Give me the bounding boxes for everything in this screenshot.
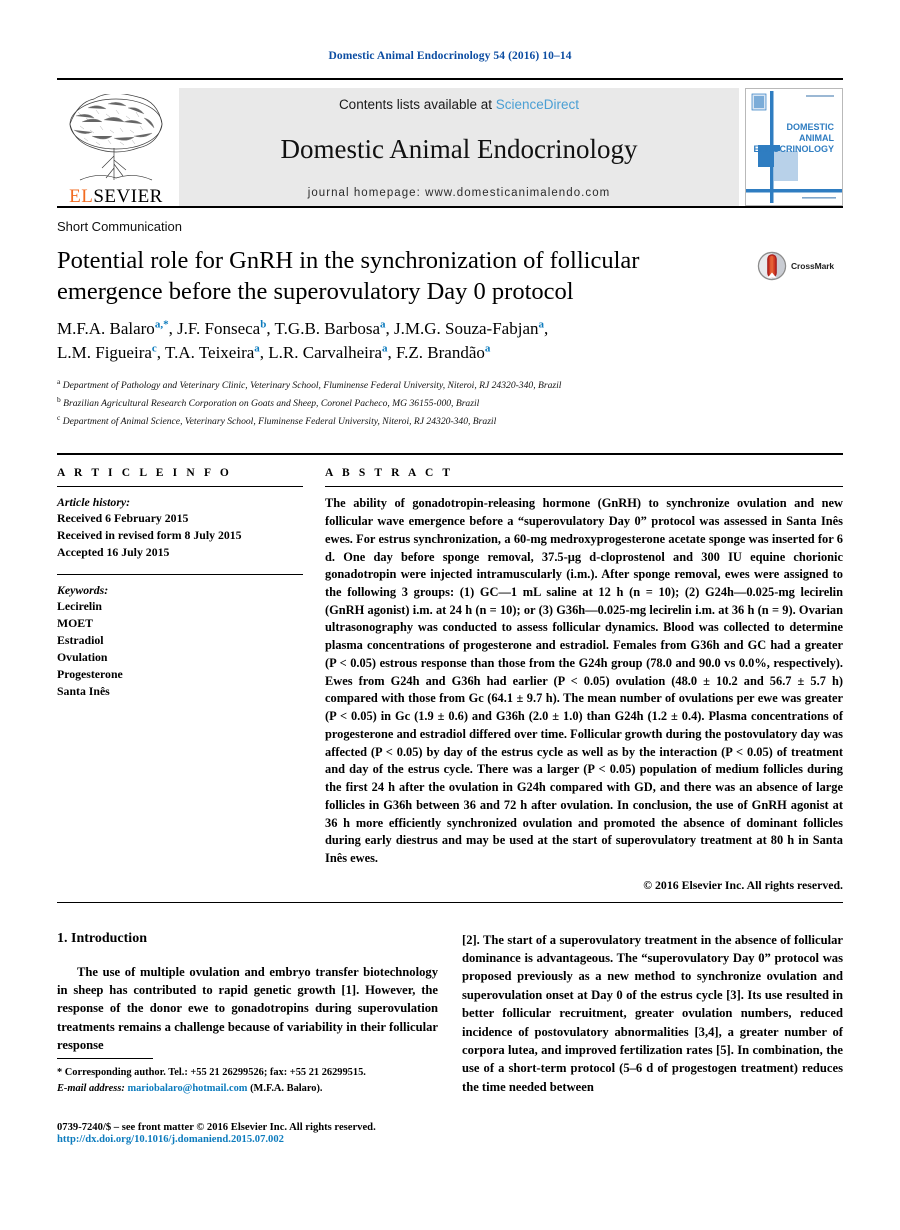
- article-history-item: Received 6 February 2015: [57, 511, 189, 526]
- contents-available-line: Contents lists available at ScienceDirec…: [339, 97, 579, 112]
- journal-cover-thumbnail: DOMESTIC ANIMAL ENDOCRINOLOGY: [745, 88, 843, 206]
- email-note: E-mail address: mariobalaro@hotmail.com …: [57, 1081, 443, 1097]
- email-label: E-mail address:: [57, 1082, 125, 1094]
- page-title: Potential role for GnRH in the synchroni…: [57, 247, 640, 305]
- issn-copyright-line: 0739-7240/$ – see front matter © 2016 El…: [57, 1122, 376, 1133]
- svg-text:DOMESTIC: DOMESTIC: [786, 122, 834, 132]
- keyword-item: Progesterone: [57, 666, 123, 681]
- affiliation-text: Department of Pathology and Veterinary C…: [62, 380, 562, 392]
- affiliation-text: Department of Animal Science, Veterinary…: [62, 415, 497, 427]
- footnote-block: * Corresponding author. Tel.: +55 21 262…: [57, 1058, 443, 1096]
- article-info-column: A R T I C L E I N F O Article history: R…: [57, 467, 303, 892]
- article-info-heading: A R T I C L E I N F O: [57, 467, 232, 480]
- affiliation-item: a Department of Pathology and Veterinary…: [57, 377, 562, 392]
- affiliation-item: c Department of Animal Science, Veterina…: [57, 412, 497, 427]
- abstract-copyright: © 2016 Elsevier Inc. All rights reserved…: [643, 877, 843, 892]
- article-section-type: Short Communication: [57, 219, 182, 234]
- masthead-bottom-rule: [57, 206, 843, 208]
- author-line-1: M.F.A. Balaroa,*, J.F. Fonsecab, T.G.B. …: [57, 318, 549, 338]
- introduction-paragraph-left: The use of multiple ovulation and embryo…: [57, 964, 438, 1053]
- abstract-rule: [325, 486, 843, 488]
- elsevier-tree-icon: [69, 94, 163, 181]
- article-history-label: Article history:: [57, 495, 131, 510]
- email-link[interactable]: mariobalaro@hotmail.com: [127, 1083, 247, 1094]
- keyword-item: Santa Inês: [57, 684, 110, 699]
- article-history-item: Accepted 16 July 2015: [57, 545, 170, 560]
- abstract-column: A B S T R A C T The ability of gonadotro…: [325, 467, 843, 892]
- introduction-heading: 1. Introduction: [57, 930, 147, 946]
- affiliation-text: Brazilian Agricultural Research Corporat…: [63, 397, 480, 409]
- svg-text:ANIMAL: ANIMAL: [799, 133, 834, 143]
- keyword-item: MOET: [57, 615, 94, 630]
- abstract-heading: A B S T R A C T: [325, 467, 454, 480]
- article-info-rule: [57, 486, 303, 488]
- journal-homepage-link[interactable]: journal homepage: www.domesticanimalendo…: [308, 187, 611, 199]
- keyword-item: Lecirelin: [57, 598, 102, 613]
- affiliation-list: a Department of Pathology and Veterinary…: [57, 376, 843, 429]
- masthead-center: Contents lists available at ScienceDirec…: [179, 88, 739, 206]
- elsevier-wordmark: ELSEVIER: [69, 186, 163, 207]
- svg-text:ENDOCRINOLOGY: ENDOCRINOLOGY: [753, 144, 834, 154]
- page-footer: 0739-7240/$ – see front matter © 2016 El…: [57, 1122, 457, 1145]
- journal-masthead: ELSEVIER Contents lists available at Sci…: [57, 78, 843, 206]
- introduction-paragraph-right: [2]. The start of a superovulatory treat…: [462, 932, 843, 1094]
- elsevier-logo: ELSEVIER: [57, 88, 175, 206]
- crossmark-label: CrossMark: [791, 261, 835, 271]
- corresponding-author-note: * Corresponding author. Tel.: +55 21 262…: [57, 1067, 366, 1078]
- email-owner: (M.F.A. Balaro).: [250, 1082, 323, 1094]
- title-row: Potential role for GnRH in the synchroni…: [57, 246, 843, 308]
- keywords-rule: [57, 573, 303, 575]
- keyword-item: Estradiol: [57, 632, 104, 647]
- affiliation-item: b Brazilian Agricultural Research Corpor…: [57, 394, 480, 409]
- article-history-item: Received in revised form 8 July 2015: [57, 528, 242, 543]
- crossmark-badge[interactable]: CrossMark: [757, 251, 843, 281]
- body-column-right: [2]. The start of a superovulatory treat…: [462, 931, 843, 1096]
- footnote-rule: [57, 1058, 153, 1059]
- article-page: Domestic Animal Endocrinology 54 (2016) …: [0, 0, 900, 1230]
- journal-title: Domestic Animal Endocrinology: [280, 133, 638, 164]
- abstract-bottom-rule: [57, 901, 843, 903]
- author-line-2: L.M. Figueirac, T.A. Teixeiraa, L.R. Car…: [57, 342, 491, 363]
- sciencedirect-link[interactable]: ScienceDirect: [496, 97, 579, 112]
- info-abstract-region: A R T I C L E I N F O Article history: R…: [57, 453, 843, 892]
- author-list: M.F.A. Balaroa,*, J.F. Fonsecab, T.G.B. …: [57, 317, 843, 366]
- keywords-label: Keywords:: [57, 582, 109, 597]
- crossmark-icon: [757, 251, 787, 281]
- cover-artwork: DOMESTIC ANIMAL ENDOCRINOLOGY: [746, 89, 842, 205]
- contents-prefix: Contents lists available at: [338, 97, 496, 112]
- keyword-item: Ovulation: [57, 649, 108, 664]
- doi-link[interactable]: http://dx.doi.org/10.1016/j.domaniend.20…: [57, 1134, 457, 1145]
- abstract-text: The ability of gonadotropin-releasing ho…: [325, 496, 843, 865]
- running-head: Domestic Animal Endocrinology 54 (2016) …: [328, 50, 572, 62]
